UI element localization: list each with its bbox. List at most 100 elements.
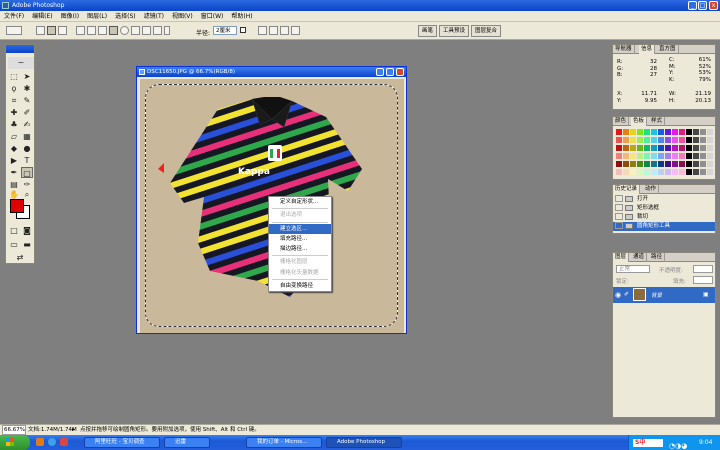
color-swatch[interactable]: [679, 137, 685, 143]
color-swatch[interactable]: [616, 129, 622, 135]
sogou-ime-icon[interactable]: S中: [633, 439, 663, 447]
color-swatch[interactable]: [679, 161, 685, 167]
tray-icons[interactable]: ◔◑◕: [669, 439, 687, 450]
fill-input[interactable]: [693, 276, 713, 284]
history-source-checkbox[interactable]: [615, 195, 623, 202]
color-swatch[interactable]: [679, 169, 685, 175]
color-swatch[interactable]: [651, 169, 657, 175]
brush-link-icon[interactable]: ✐: [624, 291, 629, 298]
gradient-icon[interactable]: ▦: [21, 131, 33, 142]
color-swatch[interactable]: [644, 169, 650, 175]
history-source-checkbox[interactable]: [615, 213, 623, 220]
subtract-path-button[interactable]: [269, 26, 278, 35]
geometry-options-arrow[interactable]: [164, 26, 170, 35]
tab-navigator[interactable]: 导航器: [613, 45, 635, 54]
freeform-pen-button[interactable]: [87, 26, 96, 35]
tool-preset-picker[interactable]: [6, 26, 22, 35]
swatch-grid[interactable]: [616, 129, 714, 179]
color-swatch[interactable]: [686, 137, 692, 143]
menu-item-fill-path[interactable]: 填充路径...: [269, 234, 331, 244]
eye-icon[interactable]: ◉: [615, 291, 621, 299]
color-swatch[interactable]: [672, 129, 678, 135]
ellipse-button[interactable]: [120, 26, 129, 35]
color-swatch[interactable]: [707, 145, 713, 151]
color-swatch[interactable]: [693, 145, 699, 151]
type-icon[interactable]: T: [21, 155, 33, 166]
rectangle-button[interactable]: [98, 26, 107, 35]
color-swatch[interactable]: [665, 129, 671, 135]
color-swatch[interactable]: [623, 153, 629, 159]
clock[interactable]: 9:04: [699, 435, 712, 450]
start-button[interactable]: [0, 435, 30, 450]
color-swatch[interactable]: [616, 161, 622, 167]
quick-mask-icon[interactable]: ◙: [21, 225, 33, 236]
well-tab-tool-presets[interactable]: 工具预设: [439, 25, 470, 37]
task-button-aliwangwang[interactable]: 阿里旺旺 - 宝贝调查: [84, 437, 160, 448]
history-item-active[interactable]: 圆角矩形工具: [613, 222, 715, 231]
doc-close-button[interactable]: [396, 68, 404, 76]
color-swatch[interactable]: [616, 153, 622, 159]
color-swatch[interactable]: [644, 145, 650, 151]
color-swatch[interactable]: [672, 145, 678, 151]
slice-icon[interactable]: ✎: [21, 95, 33, 106]
color-swatch[interactable]: [630, 145, 636, 151]
layer-row-background[interactable]: ◉ ✐ 背景 ▣: [613, 287, 715, 303]
color-swatch[interactable]: [637, 137, 643, 143]
tab-channels[interactable]: 通道: [631, 253, 648, 262]
task-button-photoshop[interactable]: Adobe Photoshop: [326, 437, 402, 448]
pen-icon[interactable]: ✒: [8, 167, 20, 178]
quicklaunch-icon[interactable]: [60, 438, 68, 446]
menu-item-free-transform-path[interactable]: 自由变换路径: [269, 281, 331, 291]
color-swatch[interactable]: [637, 145, 643, 151]
menu-layer[interactable]: 图层(L): [83, 11, 111, 22]
well-tab-brushes[interactable]: 画笔: [418, 25, 438, 37]
color-swatch[interactable]: [665, 137, 671, 143]
color-swatch[interactable]: [637, 169, 643, 175]
crop-icon[interactable]: ⌗: [8, 95, 20, 106]
opacity-input[interactable]: [693, 265, 713, 273]
tab-color[interactable]: 颜色: [613, 117, 630, 126]
menu-file[interactable]: 文件(F): [0, 11, 28, 22]
color-swatch[interactable]: [679, 129, 685, 135]
color-swatch[interactable]: [672, 161, 678, 167]
history-source-checkbox[interactable]: [615, 204, 623, 211]
history-item[interactable]: 裁切: [613, 213, 715, 222]
color-swatch[interactable]: [623, 145, 629, 151]
tab-paths[interactable]: 路径: [649, 253, 666, 262]
color-swatch[interactable]: [644, 129, 650, 135]
color-swatch[interactable]: [644, 137, 650, 143]
color-swatch[interactable]: [630, 153, 636, 159]
color-swatch[interactable]: [693, 137, 699, 143]
menu-select[interactable]: 选择(S): [111, 11, 140, 22]
color-swatch[interactable]: [686, 145, 692, 151]
color-swatch[interactable]: [616, 145, 622, 151]
tab-swatches[interactable]: 色板: [631, 117, 648, 126]
custom-shape-button[interactable]: [153, 26, 162, 35]
foreground-color-chip[interactable]: [10, 199, 24, 213]
history-source-checkbox[interactable]: [615, 222, 623, 229]
menu-filter[interactable]: 滤镜(T): [140, 11, 168, 22]
menu-window[interactable]: 窗口(W): [197, 11, 228, 22]
color-swatch[interactable]: [630, 161, 636, 167]
color-swatch[interactable]: [637, 129, 643, 135]
color-swatch[interactable]: [700, 153, 706, 159]
color-swatch[interactable]: [637, 161, 643, 167]
color-swatch[interactable]: [637, 153, 643, 159]
clone-stamp-icon[interactable]: ♣: [8, 119, 20, 130]
zoom-field[interactable]: 66.67%: [2, 425, 26, 435]
maximize-button[interactable]: □: [698, 1, 707, 10]
doc-maximize-button[interactable]: [386, 68, 394, 76]
eraser-icon[interactable]: ▱: [8, 131, 20, 142]
color-swatch[interactable]: [651, 137, 657, 143]
add-to-path-button[interactable]: [258, 26, 267, 35]
rounded-rectangle-button[interactable]: [109, 26, 118, 35]
color-swatch[interactable]: [623, 137, 629, 143]
color-swatch[interactable]: [672, 169, 678, 175]
tab-layers[interactable]: 图层: [613, 253, 630, 262]
color-swatch[interactable]: [658, 153, 664, 159]
rounded-rectangle-tool-icon[interactable]: ▢: [21, 167, 33, 178]
color-swatch[interactable]: [644, 153, 650, 159]
color-swatch[interactable]: [651, 145, 657, 151]
color-swatch[interactable]: [700, 161, 706, 167]
menu-item-define-custom-shape[interactable]: 定义自定形状...: [269, 197, 331, 207]
